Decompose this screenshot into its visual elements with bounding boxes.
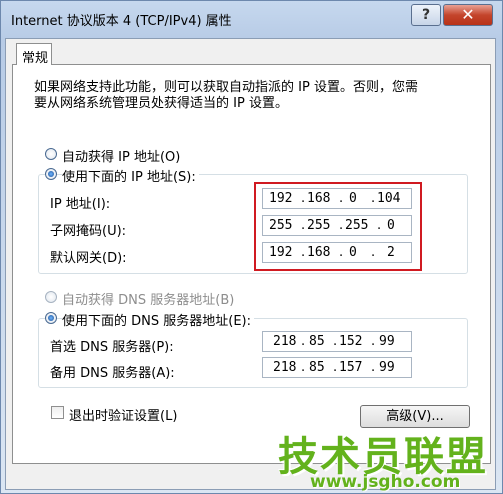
title-bar[interactable]: Internet 协议版本 4 (TCP/IPv4) 属性 ? ✕: [1, 1, 502, 35]
adns-octet-1[interactable]: 218: [273, 360, 296, 375]
alternate-dns-label: 备用 DNS 服务器(A):: [50, 366, 175, 381]
pdns-octet-2[interactable]: 85: [309, 334, 325, 349]
manual-ip-radio[interactable]: [45, 168, 57, 180]
ip-address-label: IP 地址(I):: [50, 197, 111, 212]
adns-octet-2[interactable]: 85: [309, 360, 325, 375]
auto-ip-label: 自动获得 IP 地址(O): [62, 150, 181, 165]
manual-dns-radio[interactable]: [45, 312, 57, 324]
watermark-url: www.jsgho.com: [310, 472, 461, 492]
help-button[interactable]: ?: [411, 4, 441, 26]
auto-dns-radio[interactable]: [45, 291, 57, 303]
description-text: 如果网络支持此功能，则可以获取自动指派的 IP 设置。否则，您需 要从网络系统管…: [34, 80, 474, 112]
description-line-2: 要从网络系统管理员处获得适当的 IP 设置。: [34, 96, 288, 111]
auto-ip-radio[interactable]: [45, 148, 57, 160]
close-button[interactable]: ✕: [443, 4, 493, 26]
pdns-octet-3[interactable]: 152: [339, 334, 362, 349]
subnet-mask-label: 子网掩码(U):: [50, 224, 127, 239]
tab-general[interactable]: 常规: [16, 43, 52, 66]
description-line-1: 如果网络支持此功能，则可以获取自动指派的 IP 设置。否则，您需: [34, 80, 418, 95]
pdns-octet-1[interactable]: 218: [273, 334, 296, 349]
preferred-dns-label: 首选 DNS 服务器(P):: [50, 340, 174, 355]
manual-ip-label: 使用下面的 IP 地址(S):: [62, 166, 199, 185]
auto-dns-label: 自动获得 DNS 服务器地址(B): [62, 293, 235, 308]
preferred-dns-field[interactable]: 218 . 85 . 152 . 99: [262, 331, 412, 352]
validate-label: 退出时验证设置(L): [69, 409, 178, 424]
watermark: 技术员联盟 www.jsgho.com: [250, 420, 500, 494]
gateway-label: 默认网关(D):: [50, 251, 127, 266]
highlight-box: [254, 182, 422, 271]
adns-octet-4[interactable]: 99: [379, 360, 395, 375]
manual-dns-label: 使用下面的 DNS 服务器地址(E):: [62, 310, 254, 329]
validate-checkbox[interactable]: [51, 406, 64, 419]
adns-octet-3[interactable]: 157: [339, 360, 362, 375]
pdns-octet-4[interactable]: 99: [379, 334, 395, 349]
window-title: Internet 协议版本 4 (TCP/IPv4) 属性: [11, 14, 232, 29]
alternate-dns-field[interactable]: 218 . 85 . 157 . 99: [262, 357, 412, 378]
